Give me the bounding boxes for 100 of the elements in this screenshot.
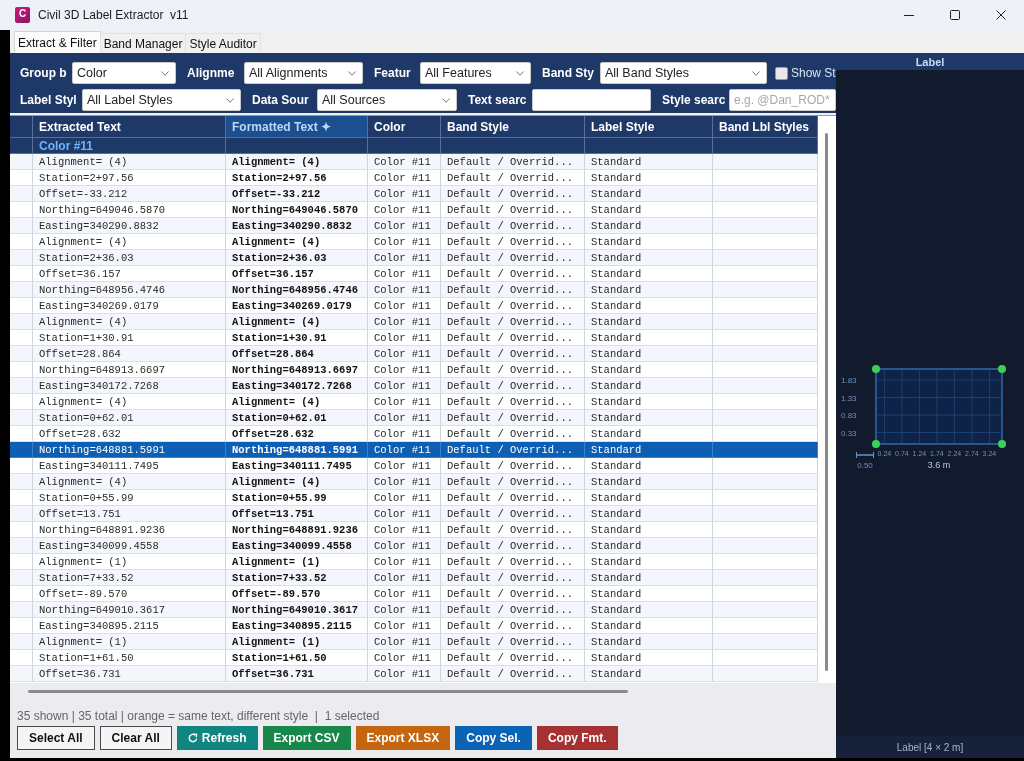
filter-label: Group b [20,66,67,80]
table-row[interactable]: Northing=649010.3617 Northing=649010.3617 Color #11 Default / Overrid... Standard [10,602,818,618]
scrollbar-thumb[interactable] [28,690,628,693]
filter-label: Style searc [662,93,726,107]
action-button[interactable]: Export XLSX [355,726,451,750]
table-row[interactable]: Station=1+61.50 Station=1+61.50 Color #11 Default / Overrid... Standard [10,650,818,666]
table-row[interactable]: Station=0+55.99 Station=0+55.99 Color #11 Default / Overrid... Standard [10,490,818,506]
scrollbar-thumb[interactable] [825,133,828,671]
table-row[interactable]: Easting=340099.4558 Easting=340099.4558 Color #11 Default / Overrid... Standard [10,538,818,554]
table-row[interactable]: Station=1+30.91 Station=1+30.91 Color #11 Default / Overrid... Standard [10,330,818,346]
table-row[interactable]: Easting=340269.0179 Easting=340269.0179 Color #11 Default / Overrid... Standard [10,298,818,314]
filter-label: Text searc [468,93,527,107]
action-button[interactable]: Clear All [99,726,172,750]
action-button[interactable]: Copy Fmt. [536,726,618,750]
axis-label: 0.33 [841,428,857,438]
scale-bar [855,451,875,459]
column-header[interactable]: Color [368,116,441,138]
chevron-icon [348,70,356,76]
dropdown[interactable]: All Band Styles [600,62,767,84]
table-row[interactable]: Alignment= (4) Alignment= (4) Color #11 Default / Overrid... Standard [10,314,818,330]
dropdown[interactable]: Color [72,62,176,84]
handle-icon[interactable] [998,365,1006,373]
table-row[interactable]: Easting=340172.7268 Easting=340172.7268 Color #11 Default / Overrid... Standard [10,378,818,394]
table-row[interactable]: Station=7+33.52 Station=7+33.52 Color #11 Default / Overrid... Standard [10,570,818,586]
table-row[interactable]: Northing=648891.9236 Northing=648891.9236 Color #11 Default / Overrid... Standard [10,522,818,538]
axis-label: 0.83 [841,411,857,420]
table-row[interactable]: Northing=648881.5991 Northing=648881.5991 Color #11 Default / Overrid... Standard [10,442,818,458]
search-field[interactable]: e.g. @Dan_ROD* [729,89,836,111]
table-cell: Default / Overrid... [441,666,585,682]
scale-label: 0.50 [857,461,873,470]
table-row[interactable]: Offset=36.157 Offset=36.157 Color #11 Default / Overrid... Standard [10,266,818,282]
table-row[interactable]: Northing=648913.6697 Northing=648913.6697 Color #11 Default / Overrid... Standard [10,362,818,378]
table-row[interactable]: Station=2+36.03 Station=2+36.03 Color #11 Default / Overrid... Standard [10,250,818,266]
table-row[interactable]: Easting=340290.8832 Easting=340290.8832 Color #11 Default / Overrid... Standard [10,218,818,234]
group-row[interactable]: Color #11 [10,138,818,154]
action-button[interactable]: Select All [17,726,95,750]
table-row[interactable]: Alignment= (4) Alignment= (4) Color #11 Default / Overrid... Standard [10,474,818,490]
axis-label: 1.83 [841,376,857,385]
table-row[interactable]: Alignment= (4) Alignment= (4) Color #11 Default / Overrid... Standard [10,234,818,250]
axis-label: 1.33 [841,393,857,403]
table-row[interactable]: Easting=340111.7495 Easting=340111.7495 Color #11 Default / Overrid... Standard [10,458,818,474]
close-icon[interactable] [996,10,1006,20]
table-cell: Color #11 [368,666,441,682]
action-button[interactable]: Copy Sel. [455,726,532,750]
table-row[interactable]: Easting=340895.2115 Easting=340895.2115 Color #11 Default / Overrid... Standard [10,618,818,634]
tab[interactable]: Band Manager [99,33,187,53]
checkbox[interactable] [775,66,788,80]
chevron-icon [161,70,169,76]
filter-label: Alignme [187,66,235,80]
filter-label: Data Sour [252,93,309,107]
column-header[interactable]: Band Lbl Styles [713,116,818,138]
chevron-icon [516,70,524,76]
handle-icon[interactable] [998,440,1006,448]
table-row[interactable]: Offset=-33.212 Offset=-33.212 Color #11 Default / Overrid... Standard [10,186,818,202]
table-row[interactable]: Alignment= (4) Alignment= (4) Color #11 Default / Overrid... Standard [10,154,818,170]
dropdown[interactable]: All Sources [317,89,457,111]
table-cell: Offset=36.731 [33,666,226,682]
filter-label: Label Styl [20,93,77,107]
panel-header: Label [836,53,1024,70]
app-logo: C [15,7,30,23]
status-text: 35 shown | 35 total | orange = same text, different style | 1 selected [17,707,380,724]
table-row[interactable]: Station=2+97.56 Station=2+97.56 Color #11 Default / Overrid... Standard [10,170,818,186]
column-header[interactable]: Extracted Text [33,116,226,138]
dropdown[interactable]: All Features [420,62,531,84]
column-header[interactable]: Band Style [441,116,585,138]
preview-caption: Label [4 × 2 m] [836,736,1024,758]
table-row[interactable]: Alignment= (1) Alignment= (1) Color #11 Default / Overrid... Standard [10,554,818,570]
chevron-icon [752,70,760,76]
table-row[interactable]: Alignment= (4) Alignment= (4) Color #11 Default / Overrid... Standard [10,394,818,410]
action-button[interactable]: Refresh [176,726,258,750]
filter-label: Band Sty [542,66,594,80]
checkbox-label: Show St [791,66,836,80]
filter-label: Featur [374,66,411,80]
tab[interactable]: Style Auditor [185,33,261,53]
table-row[interactable]: Northing=649046.5870 Northing=649046.5870 Color #11 Default / Overrid... Standard [10,202,818,218]
column-header[interactable]: Label Style [585,116,713,138]
table-row[interactable]: Alignment= (1) Alignment= (1) Color #11 Default / Overrid... Standard [10,634,818,650]
table-row[interactable]: Northing=648956.4746 Northing=648956.4746 Color #11 Default / Overrid... Standard [10,282,818,298]
refresh-icon [187,733,198,743]
table-row[interactable]: Offset=-89.570 Offset=-89.570 Color #11 Default / Overrid... Standard [10,586,818,602]
search-field[interactable] [532,89,651,111]
table-row[interactable]: Station=0+62.01 Station=0+62.01 Color #11 Default / Overrid... Standard [10,410,818,426]
table-row[interactable]: Offset=28.632 Offset=28.632 Color #11 Default / Overrid... Standard [10,426,818,442]
action-button[interactable]: Export CSV [262,726,351,750]
chevron-icon [226,97,234,103]
minimize-icon[interactable] [904,14,914,16]
chevron-icon [442,97,450,103]
dropdown[interactable]: All Label Styles [82,89,241,111]
handle-icon[interactable] [872,365,880,373]
table-row[interactable]: Offset=28.864 Offset=28.864 Color #11 Default / Overrid... Standard [10,346,818,362]
table-cell: Offset=36.731 [226,666,368,682]
tab[interactable]: Extract & Filter [14,31,101,53]
maximize-icon[interactable] [950,10,960,20]
column-header[interactable]: Formatted Text ✦ [226,116,368,138]
handle-icon[interactable] [872,440,880,448]
dropdown[interactable]: All Alignments [244,62,363,84]
window-title: Civil 3D Label Extractor v11 [38,8,189,22]
table-row[interactable]: Offset=13.751 Offset=13.751 Color #11 Default / Overrid... Standard [10,506,818,522]
dimension-label: 3.6 m [927,460,951,470]
table-row[interactable]: Offset=36.731 Offset=36.731 Color #11 Default / Overrid... Standard [10,666,818,682]
